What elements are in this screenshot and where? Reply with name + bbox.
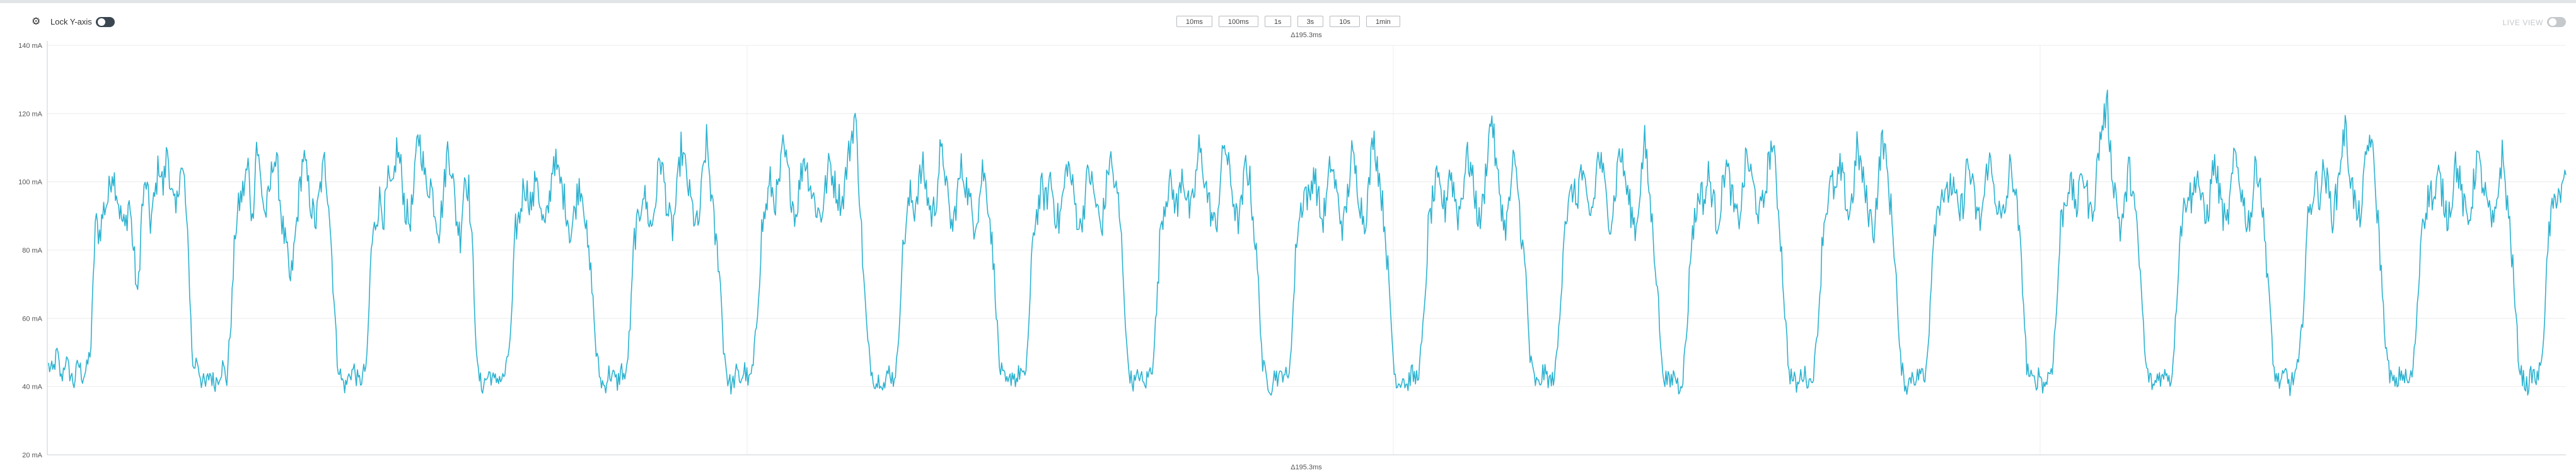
y-tick-label: 40 mA bbox=[22, 384, 42, 391]
y-tick-label: 100 mA bbox=[18, 179, 43, 186]
y-axis-tick-labels: 20 mA 40 mA 60 mA 80 mA 100 mA 120 mA 140 mA bbox=[18, 42, 43, 459]
current-chart: 20 mA 40 mA 60 mA 80 mA 100 mA 120 mA 140 mA Δ… bbox=[18, 31, 2567, 471]
window-duration-bottom: Δ195.3ms bbox=[1291, 464, 1322, 471]
window-duration-top: Δ195.3ms bbox=[1291, 31, 1322, 39]
y-tick-label: 80 mA bbox=[22, 247, 42, 255]
current-series-line bbox=[48, 89, 2567, 396]
horizontal-gridlines bbox=[47, 45, 2566, 455]
y-tick-label: 60 mA bbox=[22, 315, 42, 323]
y-tick-label: 20 mA bbox=[22, 452, 42, 459]
y-tick-label: 120 mA bbox=[18, 110, 43, 118]
y-tick-label: 140 mA bbox=[18, 42, 43, 50]
